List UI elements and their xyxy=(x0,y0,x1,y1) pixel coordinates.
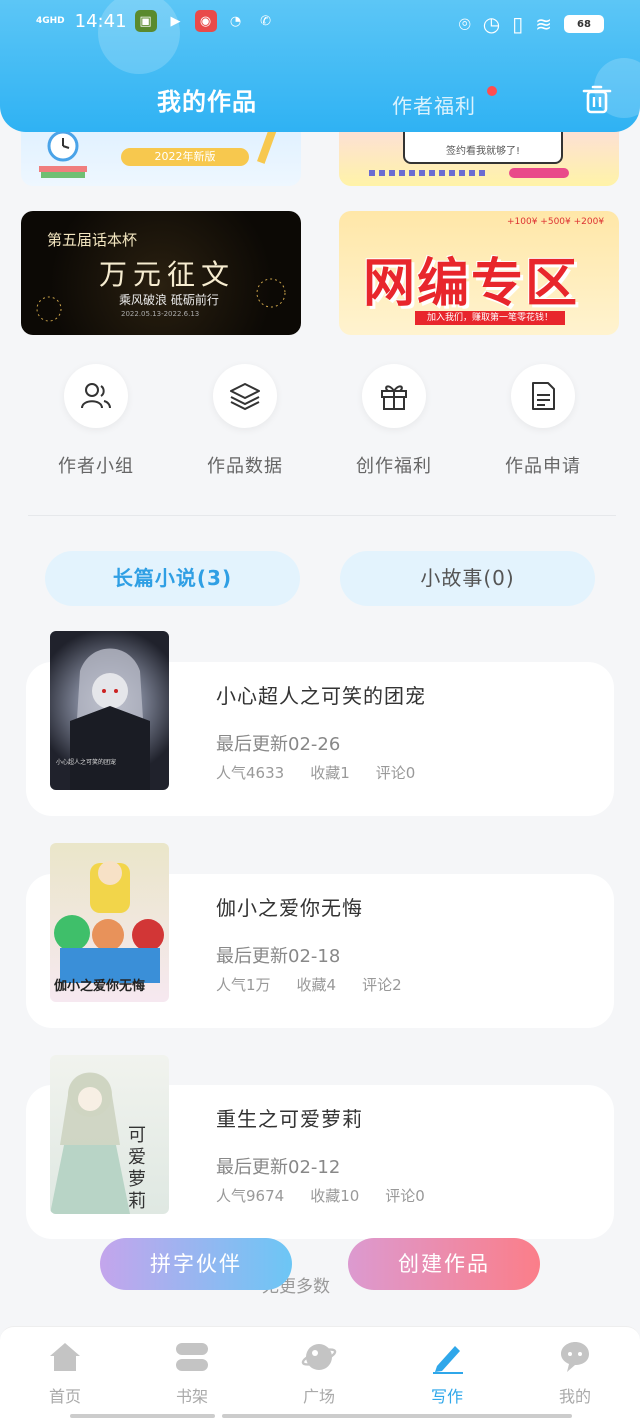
work-comments: 评论0 xyxy=(385,1187,425,1205)
bottom-nav: 首页 书架 广场 写作 我的 xyxy=(0,1326,640,1422)
tab-my-works[interactable]: 我的作品 xyxy=(157,82,257,117)
nav-write[interactable]: 写作 xyxy=(402,1339,492,1407)
editor-zone-title: 网编专区 xyxy=(363,254,580,314)
divider xyxy=(28,515,616,516)
cover-art xyxy=(70,648,150,790)
firework-decor xyxy=(36,278,286,322)
nav-label: 写作 xyxy=(430,1387,463,1406)
planet-icon xyxy=(301,1339,337,1375)
work-title: 重生之可爱萝莉 xyxy=(216,1107,363,1131)
vibrate-icon: ▯ xyxy=(512,12,524,36)
decor-stripe xyxy=(369,170,489,176)
banner-pill: 2022年新版 xyxy=(121,148,249,166)
banner-writing-contest[interactable]: 第五届话本杯 万元征文 乘风破浪 砥砺前行 2022.05.13-2022.6.… xyxy=(21,211,301,335)
gift-icon xyxy=(362,364,426,428)
app-notification-icon: ▣ xyxy=(134,10,157,32)
quick-label: 作品申请 xyxy=(505,456,581,477)
quick-creation-benefits[interactable]: 创作福利 xyxy=(324,364,464,478)
work-popularity: 人气9674 xyxy=(216,1187,285,1205)
battery-icon: 68 xyxy=(564,15,604,33)
work-title: 伽小之爱你无悔 xyxy=(216,896,363,920)
home-icon xyxy=(47,1339,83,1375)
quick-work-data[interactable]: 作品数据 xyxy=(175,364,315,478)
nav-label: 我的 xyxy=(558,1387,591,1406)
video-icon: ▶ xyxy=(170,13,181,29)
nav-plaza[interactable]: 广场 xyxy=(274,1339,364,1407)
create-work-button[interactable]: 创建作品 xyxy=(348,1238,540,1290)
tab-long-novel[interactable]: 长篇小说(3) xyxy=(45,551,300,606)
status-time: 14:41 xyxy=(74,10,127,32)
nav-label: 书架 xyxy=(175,1387,208,1406)
nav-bookshelf[interactable]: 书架 xyxy=(147,1339,237,1407)
partner-button[interactable]: 拼字伙伴 xyxy=(100,1238,292,1290)
tab-short-story[interactable]: 小故事(0) xyxy=(340,551,595,606)
work-comments: 评论2 xyxy=(362,976,402,994)
quick-label: 作品数据 xyxy=(207,456,283,477)
banner-money: +100¥ +500¥ +200¥ xyxy=(507,217,605,227)
document-icon xyxy=(511,364,575,428)
nav-home[interactable]: 首页 xyxy=(20,1339,110,1407)
gesture-bar xyxy=(222,1414,572,1418)
work-popularity: 人气1万 xyxy=(216,976,271,994)
work-favorites: 收藏10 xyxy=(310,1187,360,1205)
gesture-bar xyxy=(70,1414,215,1418)
decor-strip xyxy=(509,168,569,178)
compass-icon: ◔ xyxy=(229,13,242,29)
status-bar: 4GHD 14:41 ▣ ▶ ◉ ◔ ✆ ⌾ ◷ ▯ ≋ 68 xyxy=(0,0,640,50)
cover-text: 伽小之爱你无悔 xyxy=(54,979,146,994)
quick-label: 作者小组 xyxy=(58,456,134,477)
work-favorites: 收藏4 xyxy=(296,976,337,994)
notification-dot xyxy=(487,86,497,96)
work-favorites: 收藏1 xyxy=(310,764,350,782)
cover-text: 小心超人之可笑的团宠 xyxy=(56,759,117,766)
trash-icon[interactable] xyxy=(580,82,614,116)
author-group-icon xyxy=(64,364,128,428)
work-update: 最后更新02-26 xyxy=(216,734,341,755)
bookshelf-icon xyxy=(174,1339,210,1375)
work-cover[interactable]: 小心超人之可笑的团宠 xyxy=(50,631,169,790)
work-update: 最后更新02-18 xyxy=(216,946,341,967)
work-comments: 评论0 xyxy=(375,764,416,782)
tab-author-benefits[interactable]: 作者福利 xyxy=(392,90,476,119)
work-update: 最后更新02-12 xyxy=(216,1157,341,1178)
work-cover[interactable]: 可爱萝莉 xyxy=(50,1055,169,1214)
nav-label: 首页 xyxy=(48,1387,81,1406)
alarm-icon: ◷ xyxy=(482,12,501,36)
app-badge-icon: ◉ xyxy=(194,10,217,32)
chat-bubble-icon xyxy=(557,1339,593,1375)
nav-label: 广场 xyxy=(302,1387,335,1406)
banner-editor-zone[interactable]: +100¥ +500¥ +200¥ 网编专区 加入我们，赚取第一笔零花钱！ xyxy=(339,211,619,335)
work-title: 小心超人之可笑的团宠 xyxy=(216,684,426,708)
quick-author-group[interactable]: 作者小组 xyxy=(26,364,166,478)
work-cover[interactable]: 伽小之爱你无悔 xyxy=(50,843,169,1002)
network-indicator: 4GHD xyxy=(36,15,65,26)
header: 4GHD 14:41 ▣ ▶ ◉ ◔ ✆ ⌾ ◷ ▯ ≋ 68 我的作品 作者福… xyxy=(0,0,640,132)
quick-label: 创作福利 xyxy=(356,456,432,477)
cover-text: 可爱萝莉 xyxy=(128,1125,146,1212)
phone-icon: ✆ xyxy=(260,13,271,29)
work-popularity: 人气4633 xyxy=(216,764,285,782)
layers-icon xyxy=(213,364,277,428)
editor-zone-strip: 加入我们，赚取第一笔零花钱！ xyxy=(415,311,565,325)
location-icon: ⌾ xyxy=(458,12,471,36)
nav-mine[interactable]: 我的 xyxy=(530,1339,620,1407)
pen-icon xyxy=(429,1339,465,1375)
quick-work-application[interactable]: 作品申请 xyxy=(473,364,613,478)
wifi-icon: ≋ xyxy=(535,12,552,36)
